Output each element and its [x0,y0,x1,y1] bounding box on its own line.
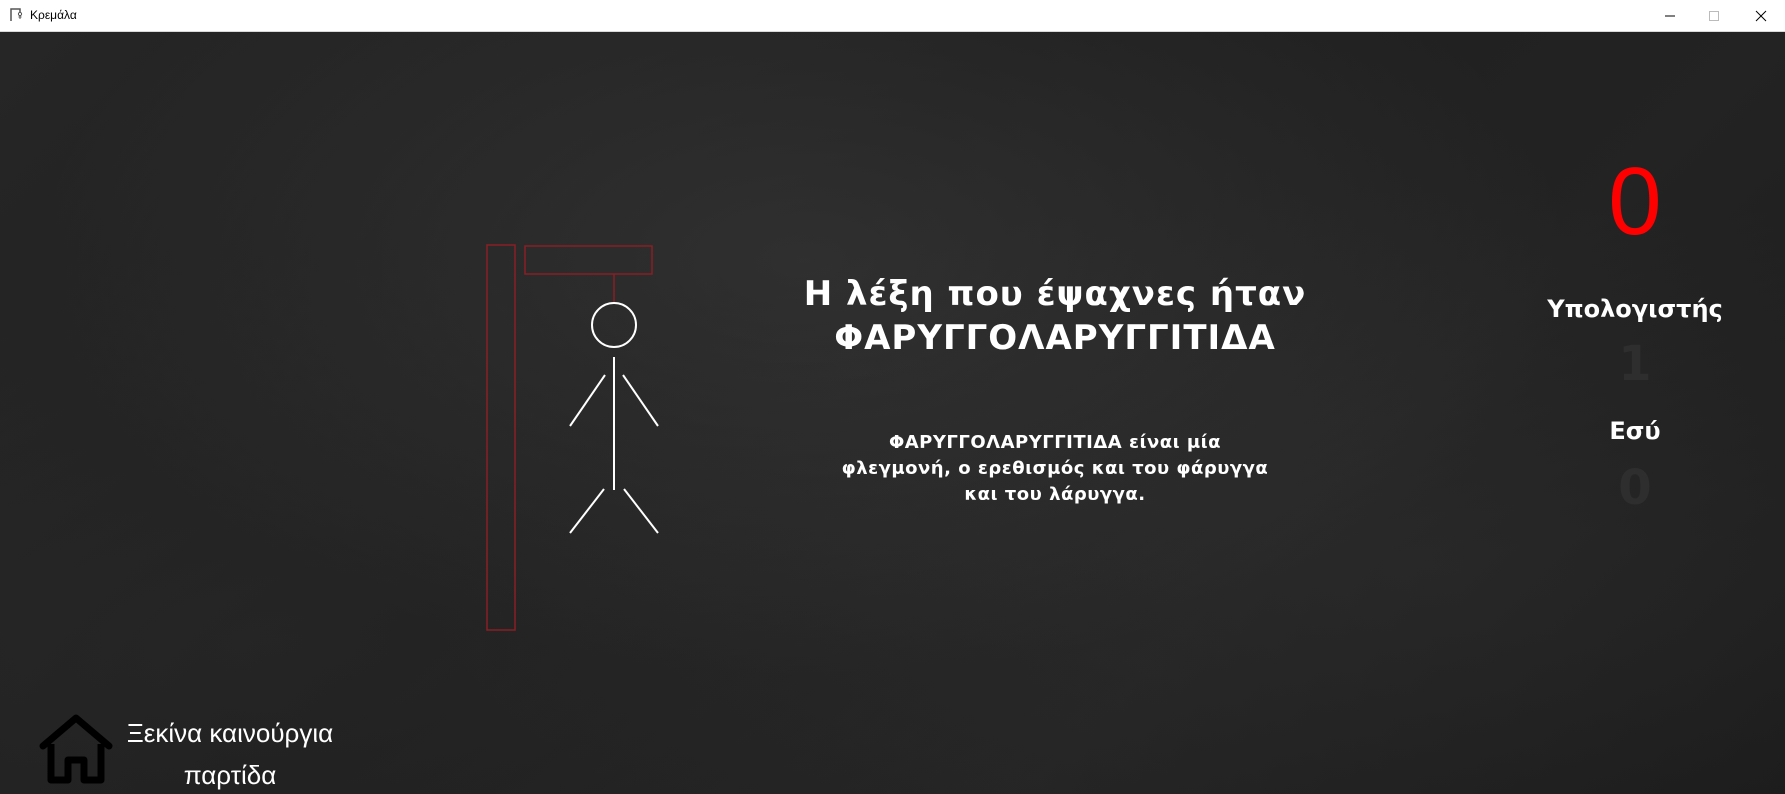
new-game-label-line2: παρτίδα [183,760,277,790]
hangman-drawing [486,244,659,631]
close-icon [1755,10,1767,21]
minimize-button[interactable] [1647,0,1693,31]
game-area: Η λέξη που έψαχνες ήταν ΦΑΡΥΓΓΟΛΑΡΥΓΓΙΤΙ… [0,32,1785,794]
reveal-message: Η λέξη που έψαχνες ήταν ΦΑΡΥΓΓΟΛΑΡΥΓΓΙΤΙ… [740,272,1370,360]
revealed-word: ΦΑΡΥΓΓΟΛΑΡΥΓΓΙΤΙΔΑ [834,318,1276,358]
window-title: Κρεμάλα [30,8,77,22]
user-score: 0 [1618,460,1652,516]
home-icon [39,714,113,784]
computer-label: Υπολογιστής [1547,295,1723,323]
user-label: Εσύ [1609,417,1661,445]
hangman-left-arm [569,374,606,427]
new-game-label[interactable]: Ξεκίνα καινούργια παρτίδα [110,712,350,794]
app-window: Κρεμάλα Η λέξη που έψαχνες ήταν ΦΑΡΥΓΓΟΛ… [0,0,1785,794]
gallows-post [486,244,516,631]
title-bar[interactable]: Κρεμάλα [0,0,1785,32]
new-game-button[interactable]: Ξεκίνα καινούργια παρτίδα [38,672,358,790]
reveal-line: Η λέξη που έψαχνες ήταν [803,274,1307,314]
hangman-right-leg [623,488,659,534]
hangman-head [591,302,637,348]
computer-score: 1 [1618,336,1652,392]
hangman-left-leg [569,488,605,534]
maximize-button[interactable] [1691,0,1737,31]
hangman-right-arm [622,374,659,427]
maximize-icon [1709,10,1719,21]
word-definition: ΦΑΡΥΓΓΟΛΑΡΥΓΓΙΤΙΔΑ είναι μία φλεγμονή, ο… [841,432,1269,505]
minimize-icon [1665,15,1675,16]
hangman-app-icon [10,8,23,21]
gallows-beam [524,245,653,275]
scoreboard: 0 Υπολογιστής 1 Εσύ 0 [1530,148,1740,517]
close-button[interactable] [1738,0,1784,31]
new-game-label-line1: Ξεκίνα καινούργια [126,718,334,748]
highlight-score: 0 [1608,148,1662,255]
